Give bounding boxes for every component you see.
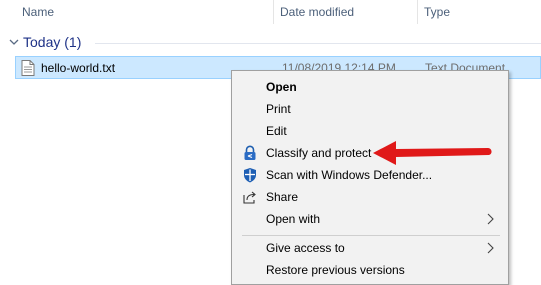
menu-item-label: Classify and protect	[266, 146, 372, 160]
column-divider[interactable]	[417, 0, 418, 24]
menu-separator	[242, 235, 500, 236]
file-name: hello-world.txt	[41, 61, 116, 75]
column-header-row: Name Date modified Type	[0, 0, 541, 26]
menu-item-label: Print	[266, 102, 291, 116]
menu-item-label: Give access to	[266, 241, 345, 255]
menu-item-restore-previous-versions[interactable]: Restore previous versions	[232, 259, 508, 281]
chevron-right-icon	[487, 242, 494, 254]
annotation-arrow-icon	[373, 141, 492, 165]
group-header-today[interactable]: Today (1)	[0, 30, 541, 56]
group-label: Today (1)	[23, 34, 82, 50]
menu-item-label: Restore previous versions	[266, 263, 405, 277]
menu-item-share[interactable]: Share	[232, 186, 508, 208]
text-file-icon	[21, 60, 35, 76]
context-menu: Open Print Edit Classify and protect Sca…	[231, 70, 509, 285]
column-header-name[interactable]: Name	[22, 0, 54, 26]
menu-item-label: Open with	[266, 212, 321, 226]
menu-item-open-with[interactable]: Open with	[232, 208, 508, 230]
chevron-down-icon[interactable]	[8, 36, 20, 48]
menu-item-label: Edit	[266, 124, 287, 138]
menu-item-print[interactable]: Print	[232, 98, 508, 120]
windows-defender-icon	[244, 168, 256, 183]
menu-item-label: Open	[266, 80, 297, 94]
share-icon	[243, 191, 256, 204]
column-header-type[interactable]: Type	[424, 0, 450, 26]
group-divider	[95, 43, 541, 44]
chevron-right-icon	[487, 213, 494, 225]
menu-item-open[interactable]: Open	[232, 76, 508, 98]
menu-item-give-access-to[interactable]: Give access to	[232, 237, 508, 259]
column-divider[interactable]	[273, 0, 274, 24]
menu-item-label: Share	[266, 190, 299, 204]
classify-lock-icon	[244, 145, 256, 160]
column-header-date-modified[interactable]: Date modified	[280, 0, 354, 26]
